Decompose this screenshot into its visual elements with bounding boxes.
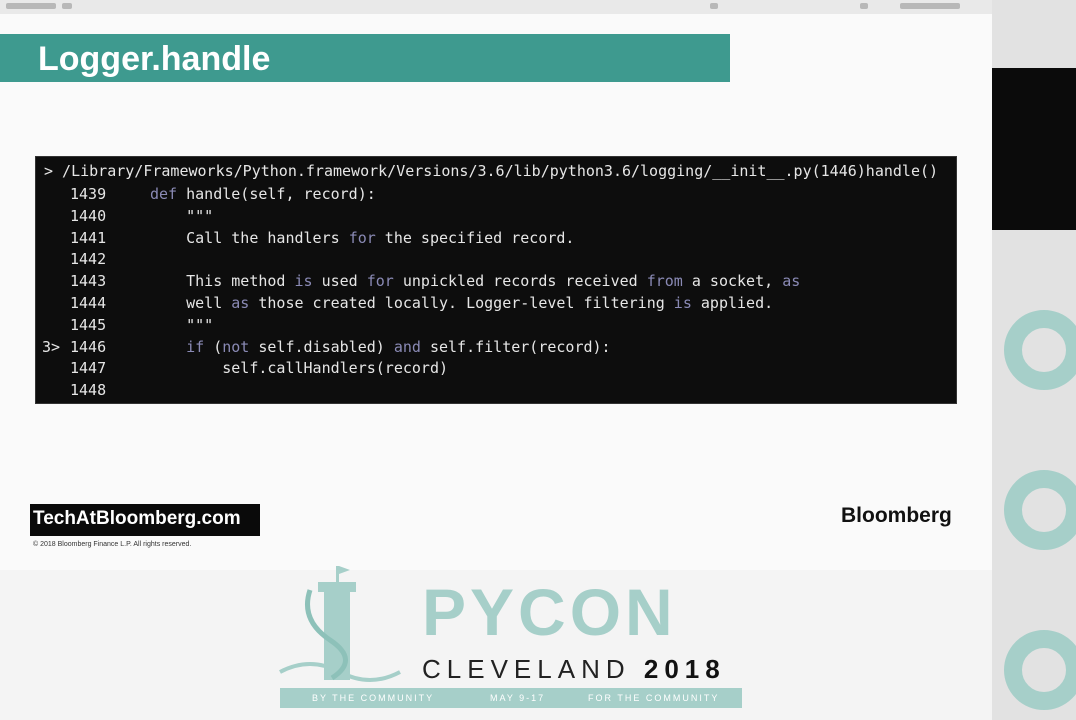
line-number: 1446 [70, 337, 107, 356]
cleveland-2018: CLEVELAND 2018 [422, 654, 726, 685]
title-bar: Logger.handle [0, 34, 730, 82]
code-text: if (not self.disabled) and self.filter(r… [186, 337, 611, 356]
banner-left: BY THE COMMUNITY [312, 693, 435, 703]
line-number: 1440 [70, 206, 107, 225]
menu-item[interactable] [62, 3, 72, 9]
site-label: TechAtBloomberg.com [33, 508, 241, 529]
code-text: """ [150, 315, 214, 334]
slide-title: Logger.handle [38, 40, 271, 78]
code-text: Call the handlers for the specified reco… [150, 228, 575, 247]
pycon-logo: PYCON CLEVELAND 2018 BY THE COMMUNITY MA… [270, 560, 750, 720]
black-panel [992, 68, 1076, 230]
pycon-banner: BY THE COMMUNITY MAY 9-17 FOR THE COMMUN… [280, 688, 742, 708]
status-icon[interactable] [710, 3, 718, 9]
pdb-location-line: > /Library/Frameworks/Python.framework/V… [44, 162, 939, 180]
lighthouse-icon [279, 566, 401, 682]
code-text: """ [150, 206, 214, 225]
line-number: 1447 [70, 359, 107, 378]
code-text: def handle(self, record): [150, 185, 376, 203]
techatbloomberg-box: TechAtBloomberg.com [30, 504, 260, 536]
line-number: 1439 [70, 185, 107, 203]
status-icon[interactable] [860, 3, 868, 9]
current-line-marker: 3> [42, 337, 61, 356]
line-number: 1442 [70, 250, 107, 269]
code-text: self.callHandlers(record) [150, 359, 449, 378]
banner-right: FOR THE COMMUNITY [588, 693, 720, 703]
ring-decoration [1004, 470, 1076, 550]
city-label: CLEVELAND [422, 654, 631, 684]
ring-decoration [1004, 630, 1076, 710]
copyright: © 2018 Bloomberg Finance L.P. All rights… [33, 541, 192, 548]
line-number: 1441 [70, 228, 107, 247]
line-number: 1443 [70, 272, 107, 291]
right-side-decoration [992, 0, 1076, 720]
line-number: 1445 [70, 315, 107, 334]
line-number: 1444 [70, 294, 107, 312]
bloomberg-logo: Bloomberg [841, 504, 952, 527]
pycon-wordmark: PYCON [422, 575, 677, 649]
os-menu-bar [0, 0, 992, 15]
clock [900, 3, 960, 9]
menu-item[interactable] [6, 3, 56, 9]
code-text: This method is used for unpickled record… [150, 272, 801, 291]
line-number: 1448 [70, 381, 107, 400]
year-label: 2018 [643, 654, 726, 684]
banner-dates: MAY 9-17 [490, 693, 546, 703]
terminal-pane: > /Library/Frameworks/Python.framework/V… [35, 156, 957, 404]
code-text: well as those created locally. Logger-le… [150, 294, 774, 312]
slide: Logger.handle > /Library/Frameworks/Pyth… [0, 14, 992, 570]
ring-decoration [1004, 310, 1076, 390]
